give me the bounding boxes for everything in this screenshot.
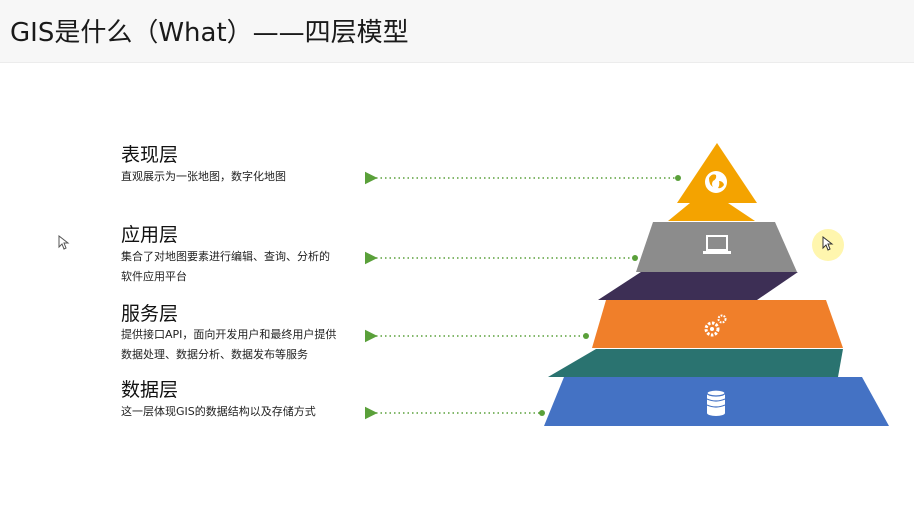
database-icon <box>706 389 726 416</box>
mouse-cursor-icon <box>822 236 834 251</box>
globe-icon <box>705 171 727 193</box>
pyramid-layer-application <box>636 222 797 272</box>
arrow-application <box>364 251 638 265</box>
pyramid-diagram <box>364 143 889 426</box>
pyramid-layer-presentation <box>677 143 757 203</box>
connector-3 <box>548 349 843 377</box>
arrow-data <box>364 406 545 420</box>
arrow-presentation <box>364 171 681 185</box>
connector-2 <box>598 272 798 300</box>
pyramid-layer-service <box>592 300 843 348</box>
mouse-cursor-icon <box>58 235 70 250</box>
connector-1 <box>668 203 755 221</box>
pyramid-layer-data <box>544 377 889 426</box>
arrow-service <box>364 329 589 343</box>
